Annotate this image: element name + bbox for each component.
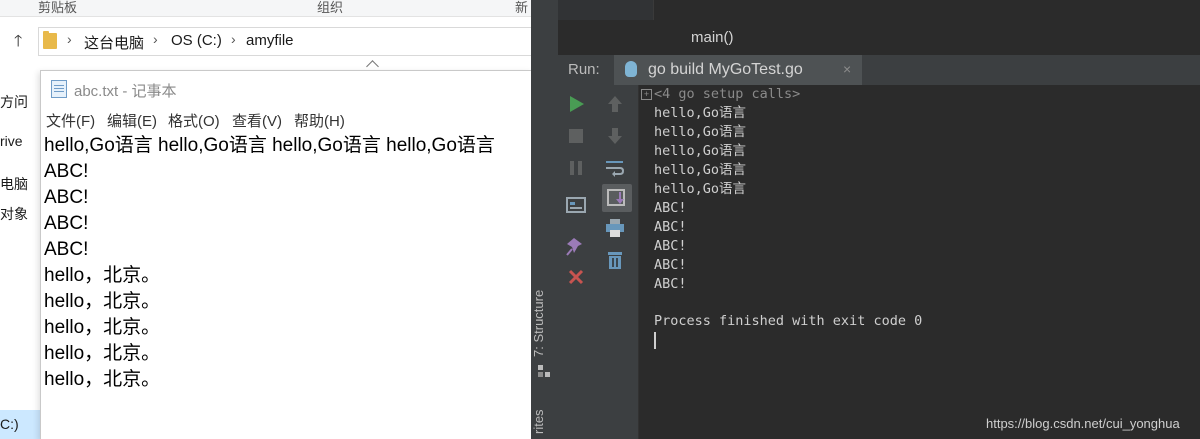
address-bar[interactable]: › 这台电脑 › OS (C:) › amyfile xyxy=(38,27,531,56)
ribbon-group-organize: 组织 xyxy=(317,0,344,15)
text-line: hello，北京。 xyxy=(44,265,161,286)
nav-item-3d-objects[interactable]: 对象 xyxy=(0,204,28,224)
nav-item-onedrive[interactable]: rive xyxy=(0,133,23,149)
run-label: Run: xyxy=(568,61,600,78)
run-toolbar-primary xyxy=(558,85,593,439)
menu-view[interactable]: 查看(V) xyxy=(232,110,282,131)
nav-item-this-pc[interactable]: 电脑 xyxy=(0,174,28,194)
dump-threads-icon[interactable] xyxy=(564,195,588,217)
run-toolbar-secondary xyxy=(593,85,639,439)
menu-file[interactable]: 文件(F) xyxy=(46,110,95,131)
ribbon-group-new: 新 xyxy=(515,0,529,15)
text-line: ABC! xyxy=(44,161,89,182)
text-line: ABC! xyxy=(44,239,89,260)
breadcrumb-separator-icon: › xyxy=(67,31,72,47)
ribbon-group-clipboard: 剪贴板 xyxy=(38,0,78,15)
console-line: hello,Go语言 xyxy=(654,181,747,197)
breadcrumb-drive[interactable]: OS (C:) xyxy=(171,32,222,49)
menu-edit[interactable]: 编辑(E) xyxy=(107,110,157,131)
console-line: ABC! xyxy=(654,219,687,235)
notepad-title: abc.txt - 记事本 xyxy=(74,83,177,100)
arrow-up-icon[interactable] xyxy=(603,93,627,115)
console-line: hello,Go语言 xyxy=(654,124,747,140)
notepad-menu-bar: 文件(F) 编辑(E) 格式(O) 查看(V) 帮助(H) xyxy=(41,109,531,131)
console-line: ABC! xyxy=(654,276,687,292)
breadcrumb-folder[interactable]: amyfile xyxy=(246,32,294,49)
notepad-icon xyxy=(51,80,67,98)
notepad-window: abc.txt - 记事本 文件(F) 编辑(E) 格式(O) 查看(V) 帮助… xyxy=(40,70,531,439)
structure-icon xyxy=(538,365,550,377)
console-line: ABC! xyxy=(654,238,687,254)
console-line: ABC! xyxy=(654,257,687,273)
close-run-icon[interactable] xyxy=(564,266,588,288)
breadcrumb-separator-icon: › xyxy=(231,31,236,47)
explorer-ribbon: 剪贴板 组织 新 xyxy=(0,0,531,17)
ide-tool-window-strip: 7: Structure rites xyxy=(531,0,559,439)
editor-breadcrumb-function[interactable]: main() xyxy=(691,29,734,46)
run-tab-title: go build MyGoTest.go xyxy=(648,61,803,78)
menu-format[interactable]: 格式(O) xyxy=(168,110,220,131)
console-setup-calls[interactable]: <4 go setup calls> xyxy=(654,85,800,104)
editor-area[interactable]: main() xyxy=(558,0,1200,54)
breadcrumb-this-pc[interactable]: 这台电脑 xyxy=(84,32,144,53)
console-line: hello,Go语言 xyxy=(654,162,747,178)
console-line: hello,Go语言 xyxy=(654,143,747,159)
soft-wrap-icon[interactable] xyxy=(603,157,627,179)
address-row: 🡑 › 这台电脑 › OS (C:) › amyfile xyxy=(0,24,531,56)
text-line: hello，北京。 xyxy=(44,291,161,312)
close-icon[interactable]: × xyxy=(843,61,851,77)
file-explorer-window: 剪贴板 组织 新 🡑 › 这台电脑 › OS (C:) › amyfile 方问… xyxy=(0,0,531,439)
text-line: ABC! xyxy=(44,187,89,208)
rerun-icon[interactable] xyxy=(564,93,588,115)
up-arrow-icon[interactable]: 🡑 xyxy=(14,30,22,57)
watermark-url: https://blog.csdn.net/cui_yonghua xyxy=(986,416,1180,431)
run-tool-header: Run: go build MyGoTest.go × xyxy=(558,54,1200,87)
notepad-text-area[interactable]: hello,Go语言 hello,Go语言 hello,Go语言 hello,G… xyxy=(44,133,531,433)
menu-help[interactable]: 帮助(H) xyxy=(294,110,345,131)
expand-fold-icon[interactable]: + xyxy=(641,89,652,100)
notepad-title-bar[interactable]: abc.txt - 记事本 xyxy=(41,71,531,105)
print-icon[interactable] xyxy=(603,217,627,239)
pin-icon[interactable] xyxy=(564,235,588,257)
pause-icon[interactable] xyxy=(564,157,588,179)
editor-gutter xyxy=(558,0,654,20)
text-line: ABC! xyxy=(44,213,89,234)
text-line: hello，北京。 xyxy=(44,317,161,338)
breadcrumb-separator-icon: › xyxy=(153,31,158,47)
arrow-down-icon[interactable] xyxy=(603,125,627,147)
console-line: ABC! xyxy=(654,200,687,216)
go-gopher-icon xyxy=(625,61,637,77)
nav-item-quick-access[interactable]: 方问 xyxy=(0,92,28,112)
structure-tab[interactable]: 7: Structure xyxy=(531,283,558,363)
text-line: hello，北京。 xyxy=(44,369,161,390)
ide-window: 7: Structure rites main() Run: go build … xyxy=(531,0,1200,439)
scroll-to-end-button[interactable] xyxy=(602,184,632,212)
trash-icon[interactable] xyxy=(603,249,627,271)
text-line: hello,Go语言 hello,Go语言 hello,Go语言 hello,G… xyxy=(44,135,495,156)
favorites-tab[interactable]: rites xyxy=(531,405,558,439)
text-cursor xyxy=(654,332,656,349)
run-config-tab[interactable]: go build MyGoTest.go × xyxy=(614,55,862,86)
text-line: hello，北京。 xyxy=(44,343,161,364)
console-exit-message: Process finished with exit code 0 xyxy=(654,313,923,329)
stop-icon[interactable] xyxy=(564,125,588,147)
run-console-output[interactable]: + <4 go setup calls> hello,Go语言 hello,Go… xyxy=(639,85,1200,439)
nav-item-drive-c[interactable]: C:) xyxy=(0,410,40,439)
scroll-to-end-icon xyxy=(607,189,625,206)
console-line: hello,Go语言 xyxy=(654,105,747,121)
folder-icon xyxy=(43,31,57,49)
